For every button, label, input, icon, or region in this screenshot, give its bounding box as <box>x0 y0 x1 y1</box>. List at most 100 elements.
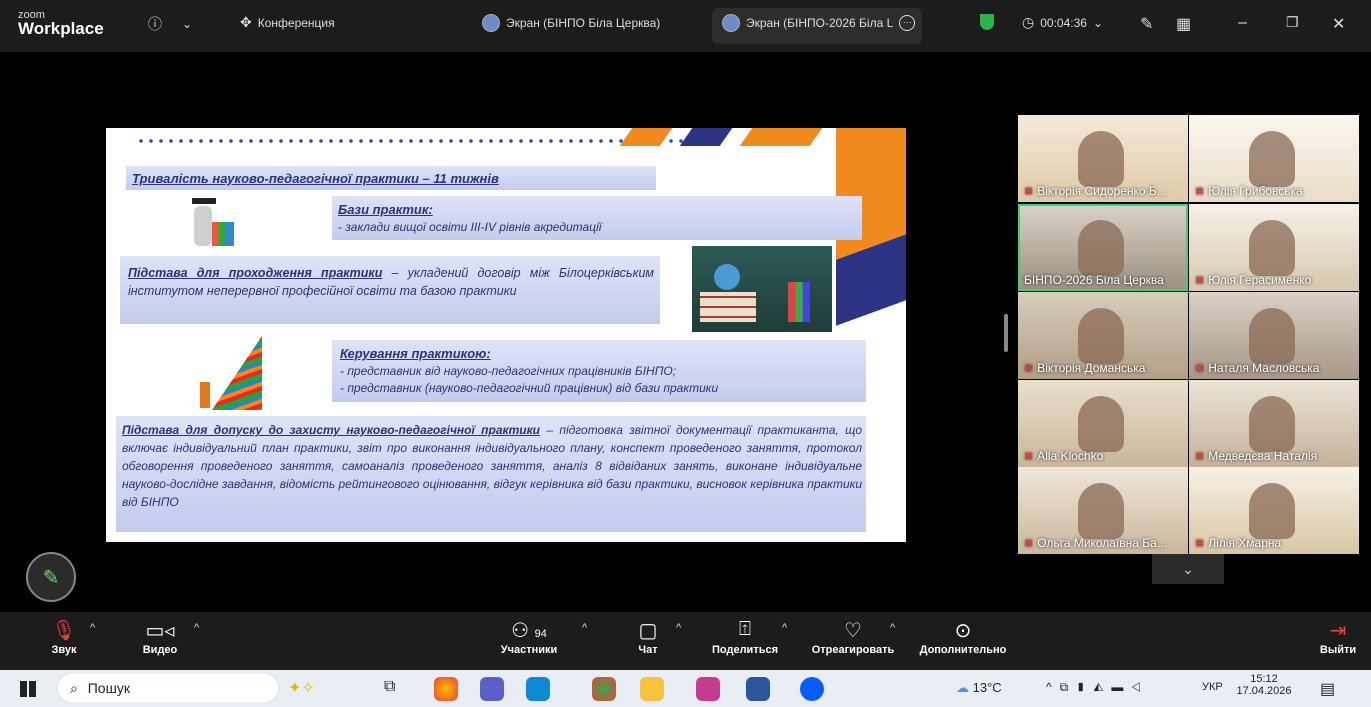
notifications-icon[interactable]: ▤ <box>1320 679 1335 699</box>
share-screen-icon: ⍐ <box>739 618 751 640</box>
zoom-app-icon[interactable] <box>800 677 824 701</box>
windows-taskbar: ⌕ Пошук ✦✧ ⧉ ☁ 13°C ^⧉▮◭▬◁ УКР 15:12 17.… <box>0 670 1371 707</box>
participant-video <box>1078 483 1124 539</box>
close-icon[interactable]: ✕ <box>1332 14 1345 34</box>
presentation-slide: Тривалість науково-педагогічної практики… <box>106 128 906 542</box>
video-button[interactable]: ▭◃ Видео <box>138 618 182 656</box>
weather-widget[interactable]: ☁ 13°C <box>956 680 1002 696</box>
participant-tile[interactable]: ✖ Наталя Масловська <box>1189 292 1359 379</box>
participant-tile[interactable]: ✖ Alla Klochko <box>1018 380 1188 467</box>
participant-tile[interactable]: ✖ Лілія Хмарна <box>1189 467 1359 554</box>
participant-tile[interactable]: ✖ Ольга Миколаївна Ба... <box>1018 467 1188 554</box>
edge-app-icon[interactable] <box>526 677 550 701</box>
word-app-icon[interactable] <box>746 677 770 701</box>
participant-tile[interactable]: ✖ Юлія Герасименко <box>1189 204 1359 291</box>
chevron-down-icon: ⌄ <box>182 17 193 31</box>
stairs-books-image <box>184 328 264 410</box>
chrome-app-icon[interactable] <box>434 677 458 701</box>
cloud-icon: ☁ <box>956 680 969 695</box>
participant-name: БІНПО-2026 Біла Церква <box>1024 273 1164 287</box>
restore-icon[interactable]: ❐ <box>1286 14 1299 31</box>
participant-video <box>1078 220 1124 276</box>
task-view-icon[interactable]: ⧉ <box>384 678 395 696</box>
mic-muted-icon: ✖ <box>1195 451 1205 463</box>
basis-paragraph: Підстава для проходження практики – укла… <box>128 266 654 298</box>
audio-button[interactable]: 🎙 Звук <box>44 618 84 656</box>
info-icon: ⓘ <box>148 16 162 32</box>
share-button[interactable]: ⍐ Поделиться <box>708 618 782 656</box>
participant-name: ✖ Ольга Миколаївна Ба... <box>1024 536 1167 550</box>
info-button[interactable]: ⓘ ⌄ <box>148 14 192 34</box>
participants-button[interactable]: ⚇ 94 Участники <box>496 618 562 656</box>
sparkle-icon[interactable]: ✦✧ <box>288 678 315 698</box>
share-options-caret[interactable]: ^ <box>782 622 787 634</box>
tray-icons[interactable]: ^⧉▮◭▬◁ <box>1046 680 1149 695</box>
bases-title: Бази практик: <box>338 202 433 217</box>
mic-muted-icon: ✖ <box>1024 186 1034 198</box>
screen-tab-2[interactable]: Экран (БІНПО-2026 Біла L ⋯ <box>722 14 916 32</box>
participant-tile[interactable]: ✖ Вікторія Доманська <box>1018 292 1188 379</box>
more-button[interactable]: ⊙ Дополнительно <box>912 618 1014 656</box>
management-line-1: - представник від науково-педагогічних п… <box>340 364 677 378</box>
react-options-caret[interactable]: ^ <box>890 622 895 634</box>
participant-video <box>1249 396 1295 452</box>
meeting-timer[interactable]: ◷ 00:04:36 ⌄ <box>1022 14 1103 31</box>
participant-video <box>1249 483 1295 539</box>
management-title: Керування практикою: <box>340 346 491 361</box>
mic-muted-icon: ✖ <box>1195 186 1205 198</box>
mic-muted-icon: ✖ <box>1024 538 1034 550</box>
layout-icon[interactable]: ▦ <box>1176 14 1191 34</box>
leave-button[interactable]: ⇥ Выйти <box>1318 618 1358 656</box>
minimize-icon[interactable]: – <box>1238 14 1247 32</box>
participant-tile[interactable]: БІНПО-2026 Біла Церква <box>1018 204 1188 291</box>
chrome-profile-app-icon[interactable] <box>592 677 616 701</box>
leave-icon: ⇥ <box>1329 620 1347 642</box>
participant-name: ✖ Юлія Грибовська <box>1195 184 1303 198</box>
language-indicator[interactable]: УКР <box>1202 681 1223 693</box>
bases-text: - заклади вищої освіти ІІІ-IV рівнів акр… <box>338 220 602 234</box>
participant-name: ✖ Медведєва Наталія <box>1195 449 1318 463</box>
taskbar-clock[interactable]: 15:12 17.04.2026 <box>1236 673 1292 697</box>
taskbar-search-box[interactable]: ⌕ Пошук <box>58 674 278 702</box>
windows-start-icon[interactable] <box>20 681 36 697</box>
participant-name: ✖ Alla Klochko <box>1024 449 1104 463</box>
messenger-app-icon[interactable] <box>696 677 720 701</box>
participant-name: ✖ Юлія Герасименко <box>1195 273 1312 287</box>
participants-options-caret[interactable]: ^ <box>582 622 587 634</box>
teams-app-icon[interactable] <box>480 677 504 701</box>
chat-button[interactable]: ▢ Чат <box>630 618 666 656</box>
participant-tile[interactable]: ✖ Вікторія Сидоренко Б... <box>1018 115 1188 202</box>
annotate-pen-button[interactable]: ✎ <box>26 552 76 602</box>
people-icon: ✥ <box>240 14 252 30</box>
video-options-caret[interactable]: ^ <box>194 622 199 634</box>
graduate-books-image <box>182 196 238 250</box>
title-bar: zoom Workplace ⓘ ⌄ ✥ Конференция Экран (… <box>0 0 1371 52</box>
search-icon: ⌕ <box>70 680 78 696</box>
screen-tab-1[interactable]: Экран (БІНПО Біла Церква) <box>482 14 660 32</box>
dots-decoration <box>136 138 696 144</box>
video-camera-icon: ▭◃ <box>145 620 175 642</box>
more-icon[interactable]: ⋯ <box>899 15 916 31</box>
gallery-scroll-down-button[interactable]: ⌄ <box>1152 554 1224 584</box>
mic-muted-icon: ✖ <box>1024 451 1034 463</box>
participant-video <box>1078 131 1124 187</box>
mic-muted-icon: ✖ <box>1195 538 1205 550</box>
participant-tile[interactable]: ✖ Медведєва Наталія <box>1189 380 1359 467</box>
participant-tile[interactable]: ✖ Юлія Грибовська <box>1189 115 1359 202</box>
chat-bubble-icon: ▢ <box>638 620 658 642</box>
participant-video <box>1249 220 1295 276</box>
annotate-icon[interactable]: ✎ <box>1140 14 1153 34</box>
user-avatar-icon <box>482 14 500 32</box>
books-classroom-image <box>692 246 832 332</box>
defense-paragraph: Підстава для допуску до захисту науково-… <box>122 423 862 509</box>
file-explorer-app-icon[interactable] <box>640 677 664 701</box>
audio-options-caret[interactable]: ^ <box>90 622 95 634</box>
participant-name: ✖ Наталя Масловська <box>1195 361 1320 375</box>
participant-name: ✖ Вікторія Сидоренко Б... <box>1024 184 1167 198</box>
panel-resize-handle[interactable] <box>1004 314 1008 352</box>
participant-video <box>1078 308 1124 364</box>
chat-options-caret[interactable]: ^ <box>676 622 681 634</box>
conference-view-button[interactable]: ✥ Конференция <box>240 14 335 31</box>
react-button[interactable]: ♡ Отреагировать <box>806 618 900 656</box>
shield-icon[interactable] <box>980 14 994 30</box>
